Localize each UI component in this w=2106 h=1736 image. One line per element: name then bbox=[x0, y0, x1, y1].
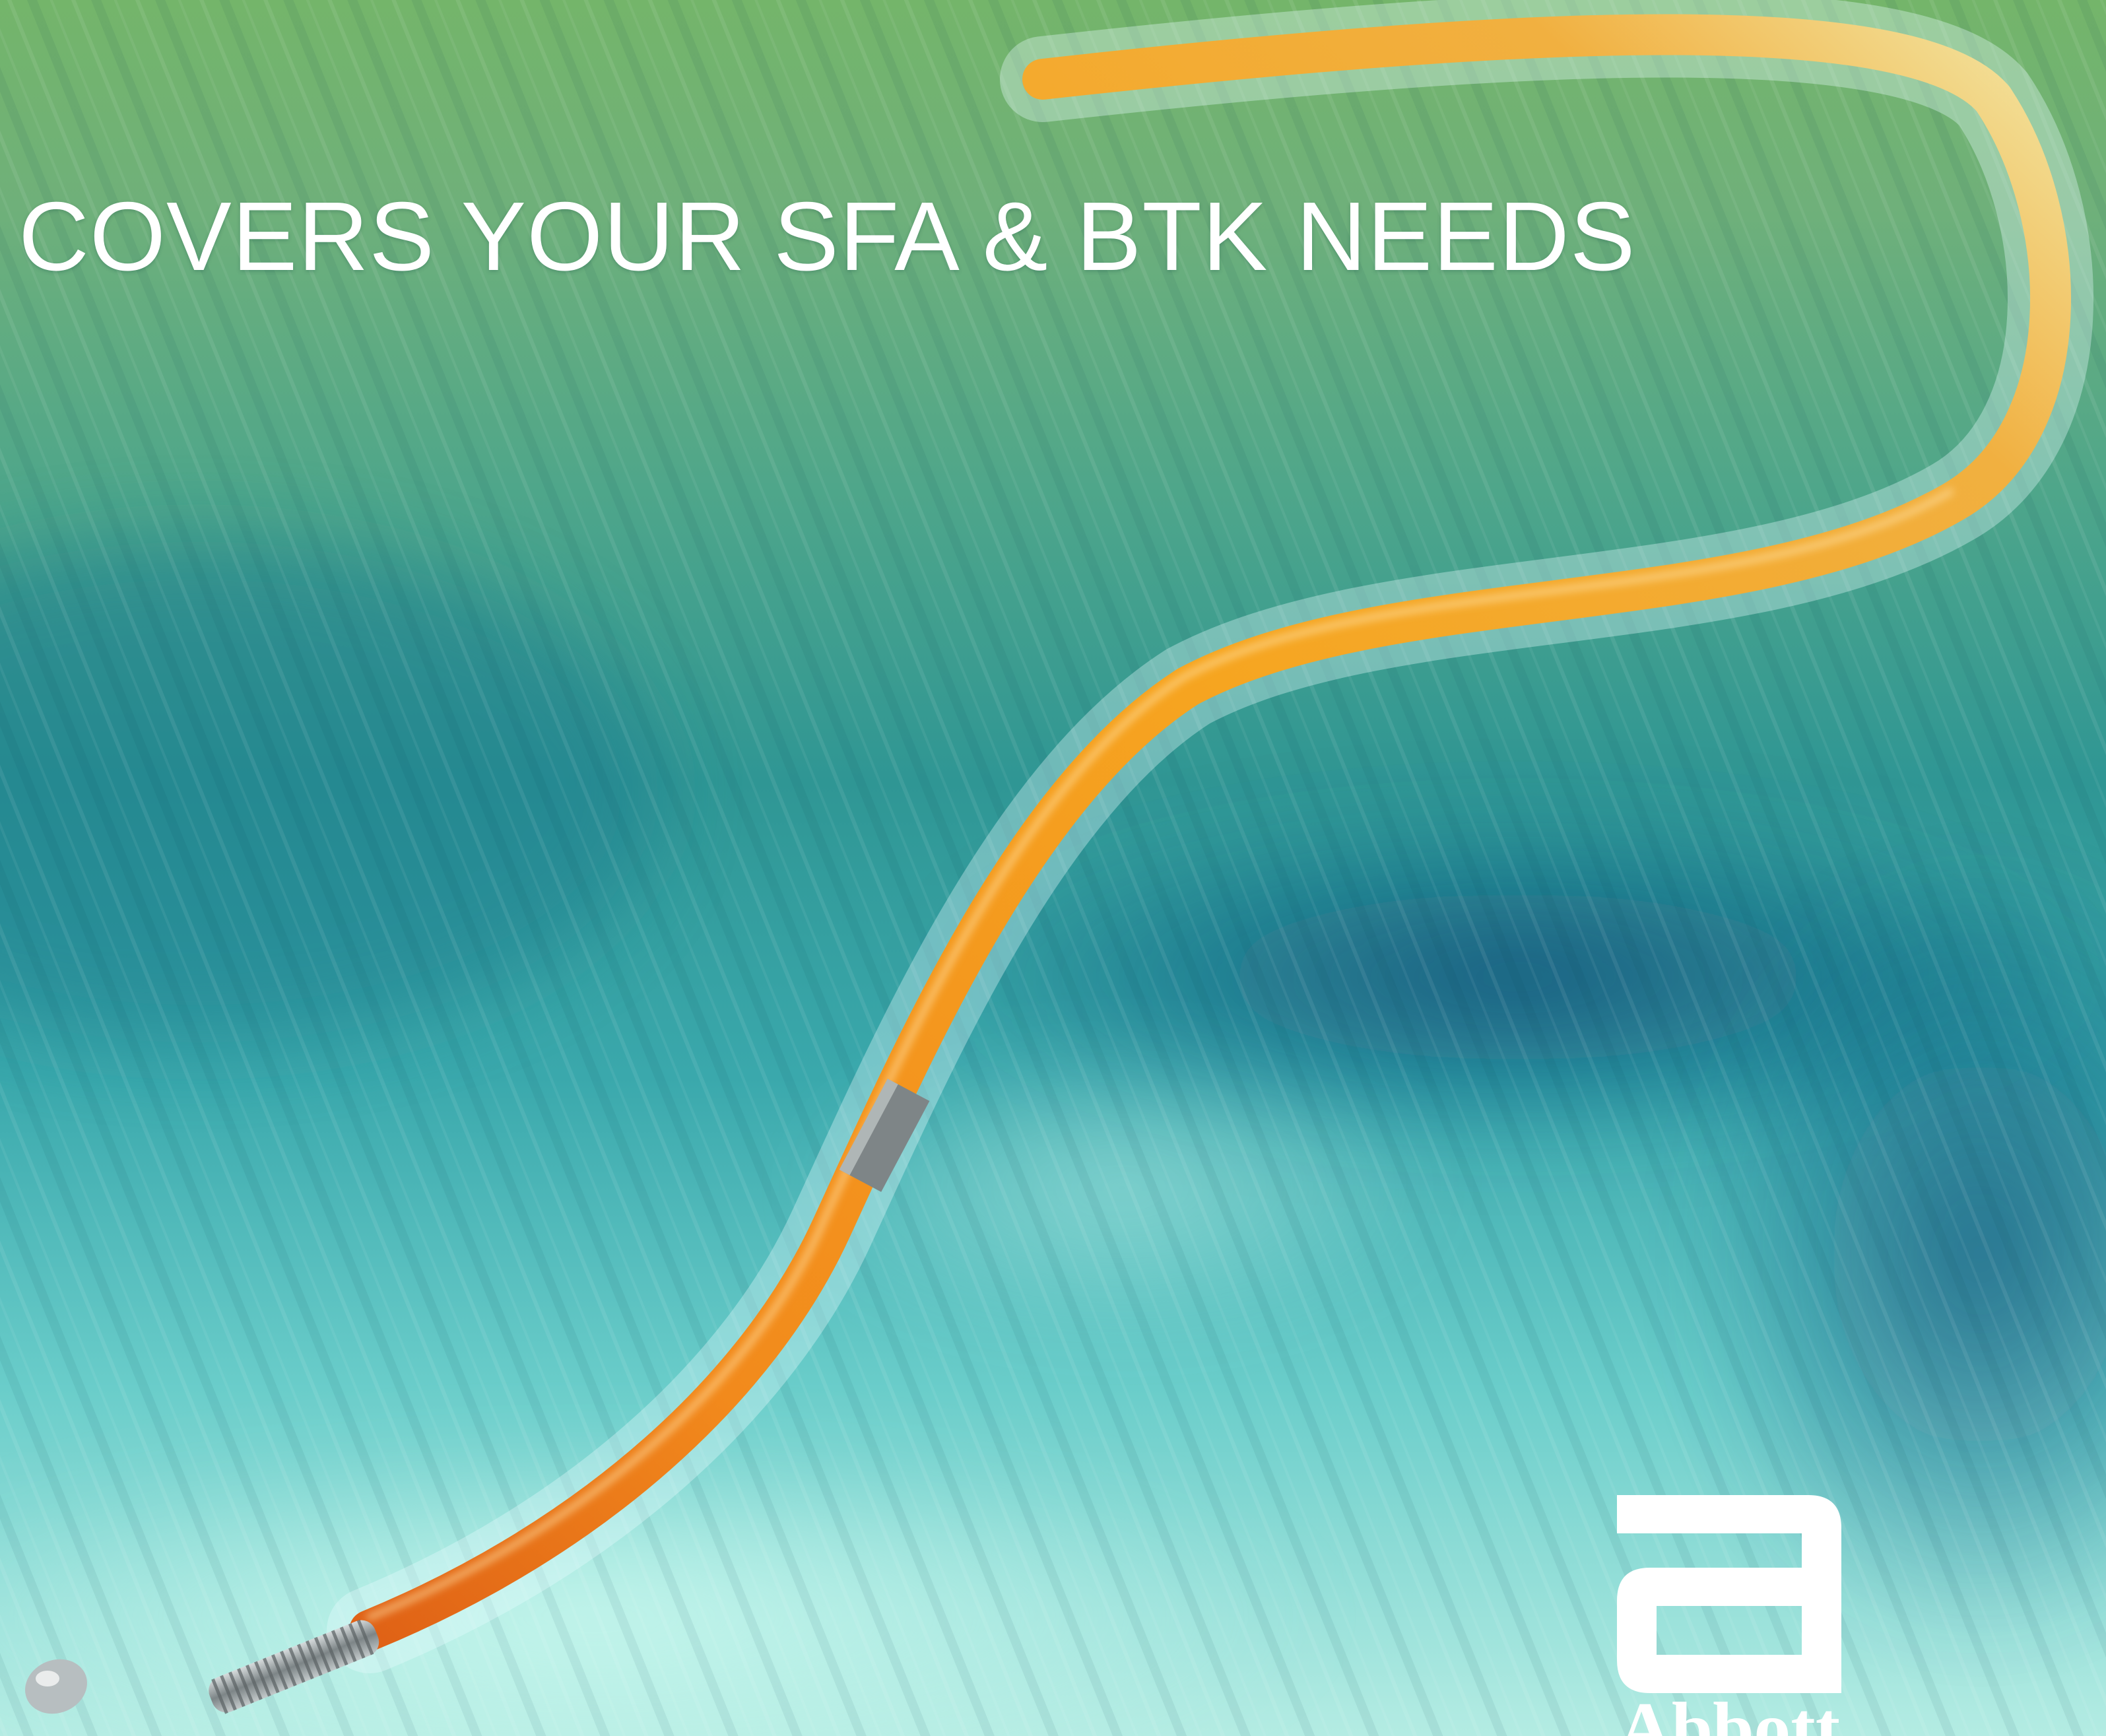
abbott-logo[interactable]: Abbott bbox=[1610, 1488, 1848, 1736]
headline: COVERS YOUR SFA & BTK NEEDS bbox=[18, 182, 1636, 291]
hero-banner: COVERS YOUR SFA & BTK NEEDS Abbott bbox=[0, 0, 2106, 1736]
brand-wordmark: Abbott bbox=[1618, 1688, 1841, 1736]
abbott-a-logo-icon bbox=[1617, 1495, 1841, 1693]
